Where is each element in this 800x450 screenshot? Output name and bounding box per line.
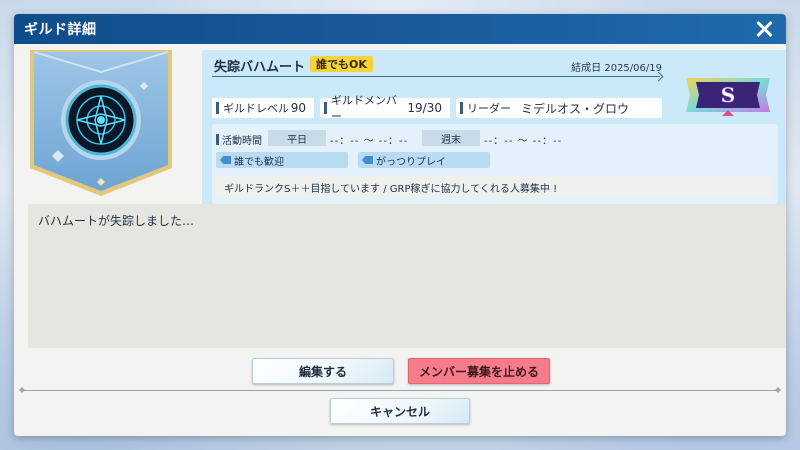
stop-recruit-button[interactable]: メンバー募集を止める: [408, 358, 550, 384]
tag-icon: [362, 156, 373, 164]
guild-emblem-icon: [30, 50, 172, 196]
guild-level-box: ギルドレベル 90: [212, 98, 314, 118]
open-status-badge: 誰でもOK: [310, 56, 373, 72]
tag-hardcore: がっつりプレイ: [358, 152, 490, 168]
divider: [22, 390, 778, 391]
tag-welcome: 誰でも歓迎: [216, 152, 348, 168]
guild-members-label: ギルドメンバー: [330, 94, 397, 123]
edit-button[interactable]: 編集する: [252, 358, 394, 384]
guild-level-label: ギルドレベル: [223, 102, 289, 115]
guild-leader-box: リーダー ミデルオス・グロウ: [456, 98, 662, 118]
guild-comment: ギルドランクS＋＋目指しています / GRP稼ぎに協力してくれる人募集中 !: [216, 176, 772, 198]
tag-icon: [220, 156, 231, 164]
activity-time-label: 活動時間: [216, 132, 262, 147]
weekday-time: --：-- 〜 --：--: [330, 136, 409, 147]
weekend-time: --：-- 〜 --：--: [484, 136, 563, 147]
guild-emblem-banner: [28, 50, 174, 198]
guild-message: バハムートが失踪しました…: [28, 204, 786, 348]
weekend-chip: 週末: [422, 130, 480, 146]
guild-members-box: ギルドメンバー 19/30: [320, 94, 450, 123]
activity-panel: 活動時間 平日 --：-- 〜 --：-- 週末 --：-- 〜 --：-- 誰…: [212, 124, 778, 204]
cancel-button[interactable]: キャンセル: [330, 398, 470, 424]
founded-date: 結成日 2025/06/19: [571, 63, 662, 74]
guild-level-value: 90: [290, 101, 306, 115]
name-underline: [212, 76, 660, 77]
close-icon[interactable]: [754, 19, 774, 39]
guild-leader-label: リーダー: [467, 102, 511, 115]
svg-text:S: S: [721, 83, 735, 107]
dialog-title: ギルド詳細: [24, 22, 97, 38]
guild-detail-dialog: ギルド詳細 失踪バハムート 誰でもOK 結成日 2025/06/19 ギルドレベ…: [14, 14, 786, 436]
rank-s-icon: S: [686, 78, 770, 116]
guild-info-panel: 失踪バハムート 誰でもOK 結成日 2025/06/19 ギルドレベル 90 ギ…: [202, 50, 786, 210]
dialog-titlebar: ギルド詳細: [14, 14, 786, 44]
guild-leader-value: ミデルオス・グロウ: [521, 101, 630, 116]
guild-name: 失踪バハムート: [214, 60, 306, 75]
guild-rank-badge: S: [682, 74, 774, 116]
weekday-chip: 平日: [268, 130, 326, 146]
guild-members-value: 19/30: [407, 101, 442, 115]
